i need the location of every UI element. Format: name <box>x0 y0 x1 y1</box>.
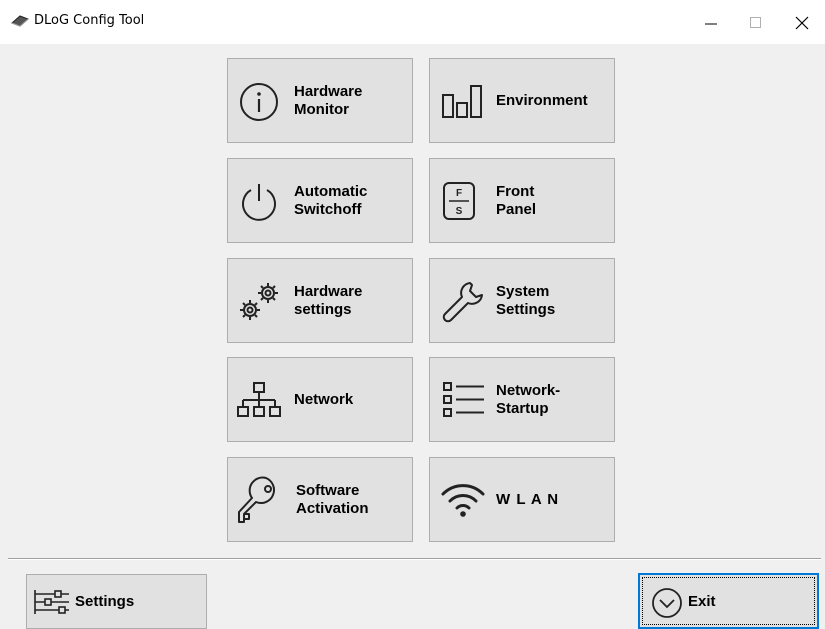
hardware-monitor-button[interactable]: Hardware Monitor <box>227 58 413 143</box>
environment-label: Environment <box>496 92 588 109</box>
close-button[interactable] <box>779 0 825 44</box>
info-circle-icon <box>240 83 278 121</box>
automatic-switchoff-button[interactable]: Automatic Switchoff <box>227 158 413 243</box>
hardware-settings-button[interactable]: Hardware settings <box>227 258 413 343</box>
environment-button[interactable]: Environment <box>429 58 615 143</box>
front-panel-button[interactable]: F S Front Panel <box>429 158 615 243</box>
exit-label: Exit <box>688 593 716 610</box>
wlan-label: W L A N <box>496 491 560 508</box>
hardware-settings-label: Hardware settings <box>294 283 363 318</box>
network-button[interactable]: Network <box>227 357 413 442</box>
gears-icon <box>240 283 278 320</box>
settings-button[interactable]: Settings <box>26 574 207 629</box>
app-window: DLoG Config Tool Hardware Monitor Enviro… <box>0 0 825 629</box>
window-title: DLoG Config Tool <box>34 13 145 28</box>
footer-divider <box>8 558 821 560</box>
svg-text:S: S <box>456 206 463 217</box>
system-settings-label: System Settings <box>496 283 556 318</box>
network-startup-button[interactable]: Network- Startup <box>429 357 615 442</box>
list-icon <box>443 382 484 417</box>
settings-label: Settings <box>75 593 135 610</box>
maximize-button[interactable] <box>733 0 779 44</box>
wlan-button[interactable]: W L A N <box>429 457 615 542</box>
svg-text:F: F <box>456 188 462 199</box>
app-icon <box>11 15 29 27</box>
exit-button[interactable]: Exit <box>638 573 819 629</box>
network-label: Network <box>294 391 354 408</box>
key-icon <box>238 476 275 523</box>
automatic-switchoff-label: Automatic Switchoff <box>294 183 368 218</box>
software-activation-button[interactable]: Software Activation <box>227 457 413 542</box>
front-panel-label: Front Panel <box>496 183 537 218</box>
front-panel-icon: F S <box>443 182 475 220</box>
wifi-icon <box>441 484 485 517</box>
network-startup-label: Network- Startup <box>496 382 561 417</box>
minimize-button[interactable] <box>688 0 734 44</box>
wrench-icon <box>442 282 483 323</box>
system-settings-button[interactable]: System Settings <box>429 258 615 343</box>
title-bar[interactable]: DLoG Config Tool <box>0 0 825 44</box>
network-icon <box>237 382 281 417</box>
sliders-icon <box>34 590 69 614</box>
close-icon <box>795 16 809 30</box>
bar-chart-icon <box>442 85 482 118</box>
power-icon <box>242 184 276 221</box>
hardware-monitor-label: Hardware Monitor <box>294 83 363 118</box>
software-activation-label: Software Activation <box>296 482 369 517</box>
maximize-icon <box>750 17 761 28</box>
minimize-icon <box>705 23 717 25</box>
chevron-down-circle-icon <box>652 588 682 618</box>
